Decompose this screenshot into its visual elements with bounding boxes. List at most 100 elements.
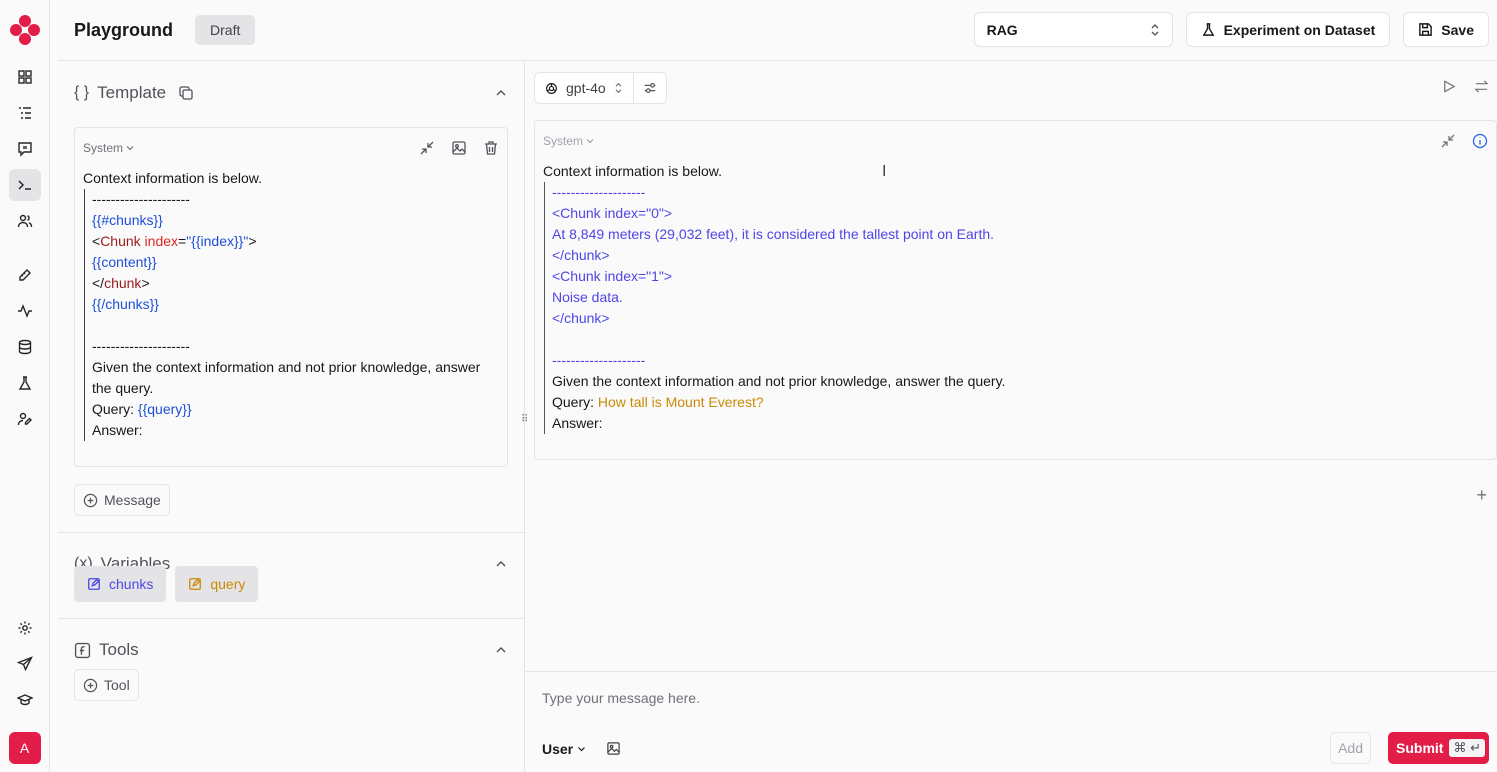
add-message-button[interactable]: Message	[74, 484, 170, 516]
user-avatar[interactable]: A	[8, 732, 41, 764]
nav-eval-icon[interactable]	[9, 259, 41, 291]
run-token: </chunk>	[552, 247, 610, 263]
composer-role-select[interactable]: User	[542, 741, 587, 757]
add-tool-button[interactable]: Tool	[74, 669, 139, 701]
template-token: Answer:	[92, 422, 143, 438]
variable-chip-query[interactable]: query	[175, 566, 259, 602]
nav-experiments-icon[interactable]	[9, 367, 41, 399]
template-intro-line: Context information is below.	[83, 170, 262, 186]
template-token: Query:	[92, 401, 138, 417]
openai-icon	[546, 82, 557, 94]
nav-list-icon[interactable]	[9, 97, 41, 129]
run-token: --------------------	[552, 184, 646, 200]
template-section-header[interactable]: { } Template	[58, 62, 524, 124]
variable-name: query	[210, 576, 246, 592]
status-badge: Draft	[195, 15, 256, 45]
nav-traces-icon[interactable]	[9, 295, 41, 327]
plus-circle-icon	[83, 678, 98, 692]
nav-datasets-icon[interactable]	[9, 331, 41, 363]
role-select[interactable]: System	[543, 134, 595, 148]
role-label: System	[83, 141, 124, 155]
template-line: Answer:	[92, 420, 499, 441]
nav-rail: A	[0, 0, 50, 772]
run-token: <Chunk index="0">	[552, 205, 673, 221]
run-message-lines: -------------------- <Chunk index="0"> At …	[544, 182, 1488, 434]
nav-items	[8, 61, 41, 439]
chevron-up-down-icon	[1151, 23, 1159, 36]
tools-heading: Tools	[99, 640, 139, 659]
copy-icon[interactable]	[178, 85, 194, 101]
run-line	[552, 329, 1488, 350]
nav-dashboard-icon[interactable]	[9, 61, 41, 93]
nav-annotators-icon[interactable]	[9, 403, 41, 435]
role-label: System	[543, 134, 584, 148]
sliders-icon	[644, 83, 655, 93]
template-token: ---------------------	[92, 338, 190, 354]
template-line: <Chunk index="{{index}}">	[92, 231, 499, 252]
play-icon[interactable]	[1441, 79, 1456, 94]
chevron-up-icon[interactable]	[494, 643, 508, 657]
nav-send-icon[interactable]	[9, 648, 41, 680]
chevron-down-icon	[578, 747, 586, 752]
role-select[interactable]: System	[83, 141, 135, 155]
template-line: ---------------------	[92, 336, 499, 357]
run-panel: gpt-4o System Context information is bel…	[526, 62, 1497, 772]
nav-learn-icon[interactable]	[9, 684, 41, 716]
template-token: </	[92, 275, 105, 291]
submit-button[interactable]: Submit ⌘ ↵	[1388, 732, 1489, 764]
trash-icon[interactable]	[483, 140, 499, 156]
run-token: At 8,849 meters (29,032 feet), it is con…	[552, 226, 995, 242]
variable-name: chunks	[109, 576, 154, 592]
run-token: How tall is Mount Everest?	[597, 394, 764, 410]
model-settings-button[interactable]	[634, 73, 666, 103]
experiment-on-dataset-button[interactable]: Experiment on Dataset	[1185, 12, 1391, 47]
run-line: </chunk>	[552, 308, 1488, 329]
run-token: <Chunk index="1">	[552, 268, 673, 284]
variable-chip-chunks[interactable]: chunks	[74, 566, 167, 602]
model-toolbar: gpt-4o	[534, 72, 667, 104]
run-token: </chunk>	[552, 310, 610, 326]
page-title: Playground	[74, 19, 174, 40]
add-button[interactable]: Add	[1330, 732, 1371, 764]
template-message-card: System Context information is below. ---…	[74, 127, 508, 467]
nav-settings-icon[interactable]	[9, 612, 41, 644]
message-input[interactable]: Type your message here.	[542, 690, 700, 706]
template-token: =	[178, 233, 187, 249]
add-message-label: Message	[104, 492, 161, 508]
nav-chat-icon[interactable]	[9, 133, 41, 165]
template-token: chunk	[104, 275, 142, 291]
template-line: ---------------------	[92, 189, 499, 210]
run-message-card: System Context information is below. ---…	[534, 120, 1497, 460]
image-icon[interactable]	[451, 140, 467, 156]
add-run-button[interactable]: +	[1476, 485, 1487, 506]
template-body: --------------------- {{#chunks}} <Chunk i…	[84, 189, 499, 441]
chevron-up-icon[interactable]	[494, 557, 508, 571]
collapse-icon[interactable]	[1440, 133, 1456, 149]
attach-image-icon[interactable]	[606, 741, 621, 756]
info-icon[interactable]	[1472, 133, 1488, 149]
run-line: <Chunk index="0">	[552, 203, 1488, 224]
chevron-up-icon[interactable]	[494, 86, 508, 100]
swap-icon[interactable]	[1474, 79, 1489, 94]
chevron-down-icon	[126, 146, 134, 151]
plus-circle-icon	[83, 493, 98, 507]
function-icon	[74, 642, 91, 658]
template-token: Chunk	[100, 233, 145, 249]
run-token: Answer:	[552, 415, 603, 431]
run-message-toolbar: System	[535, 121, 1496, 161]
nav-users-icon[interactable]	[9, 205, 41, 237]
nav-bottom: A	[8, 612, 41, 764]
template-editor[interactable]: Context information is below. ----------…	[75, 168, 507, 441]
submit-label: Submit	[1396, 740, 1444, 756]
template-token: index	[144, 233, 179, 249]
run-token: --------------------	[552, 352, 646, 368]
template-line: {{/chunks}}	[92, 294, 499, 315]
run-line: --------------------	[552, 350, 1488, 371]
app-logo-icon[interactable]	[8, 13, 42, 47]
prompt-select[interactable]: RAG	[973, 12, 1173, 47]
collapse-icon[interactable]	[419, 140, 435, 156]
model-select[interactable]: gpt-4o	[535, 73, 634, 103]
template-token: "{{index}}"	[186, 233, 249, 249]
save-button[interactable]: Save	[1403, 12, 1489, 47]
nav-playground-icon[interactable]	[8, 169, 41, 201]
